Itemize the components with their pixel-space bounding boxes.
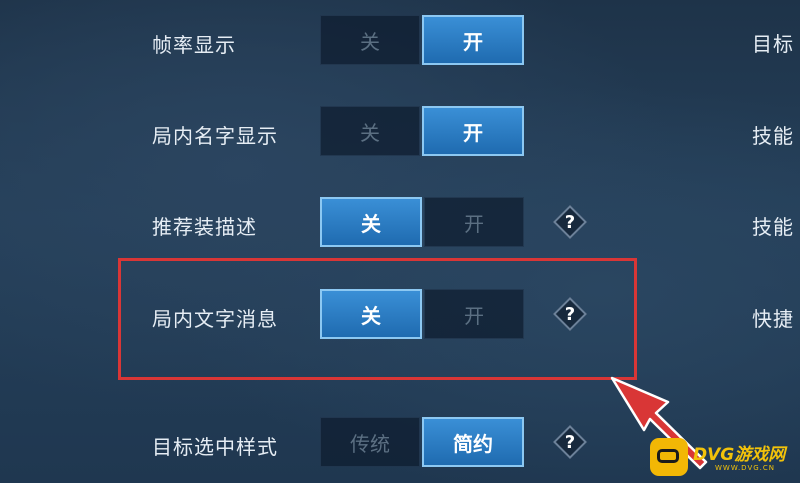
toggle-off-option[interactable]: 关 [320, 15, 420, 65]
right-setting-label: 快捷 [752, 307, 794, 331]
toggle-on-option[interactable]: 开 [422, 106, 524, 156]
recommended-gear-toggle: 关 开 [320, 197, 524, 247]
help-button[interactable]: ? [553, 425, 587, 459]
setting-label: 局内名字显示 [152, 124, 278, 148]
toggle-on-option[interactable]: 开 [424, 289, 524, 339]
watermark-url: WWW.DVG.CN [715, 464, 776, 472]
toggle-off-option[interactable]: 关 [320, 197, 422, 247]
question-mark-icon: ? [564, 303, 576, 325]
help-button[interactable]: ? [553, 297, 587, 331]
right-setting-label: 技能 [752, 215, 794, 239]
toggle-on-option[interactable]: 开 [422, 15, 524, 65]
watermark-logo: DVG游戏网 WWW.DVG.CN [643, 424, 800, 483]
text-messages-toggle: 关 开 [320, 289, 524, 339]
toggle-off-option[interactable]: 关 [320, 106, 420, 156]
fps-display-toggle: 关 开 [320, 15, 524, 65]
right-setting-label: 目标 [752, 32, 794, 56]
target-style-toggle: 传统 简约 [320, 417, 524, 467]
watermark-brand: DVG游戏网 [693, 445, 786, 465]
help-button[interactable]: ? [553, 205, 587, 239]
name-display-toggle: 关 开 [320, 106, 524, 156]
setting-label: 局内文字消息 [152, 307, 278, 331]
toggle-on-option[interactable]: 开 [424, 197, 524, 247]
question-mark-icon: ? [564, 211, 576, 233]
right-setting-label: 技能 [752, 124, 794, 148]
gamepad-icon [650, 438, 688, 476]
question-mark-icon: ? [564, 431, 576, 453]
setting-label: 推荐装描述 [152, 215, 257, 239]
setting-label: 帧率显示 [152, 33, 236, 57]
toggle-simple-option[interactable]: 简约 [422, 417, 524, 467]
setting-label: 目标选中样式 [152, 435, 278, 459]
toggle-traditional-option[interactable]: 传统 [320, 417, 420, 467]
toggle-off-option[interactable]: 关 [320, 289, 422, 339]
